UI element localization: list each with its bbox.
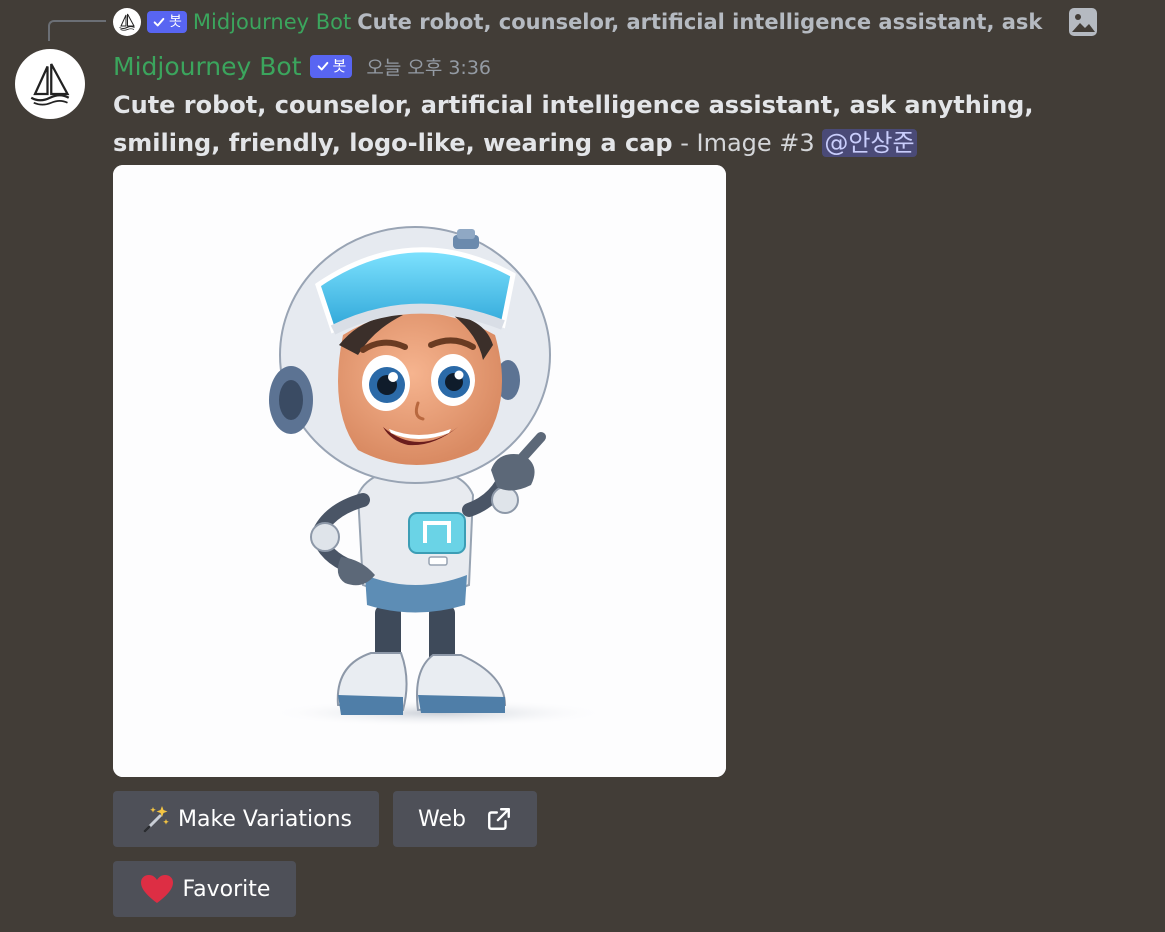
magic-wand-icon xyxy=(143,806,169,833)
reply-avatar[interactable] xyxy=(113,8,141,36)
reply-reference[interactable]: 봇 Midjourney Bot Cute robot, counselor, … xyxy=(113,6,1105,38)
web-button[interactable]: Web xyxy=(393,791,537,847)
robot-illustration xyxy=(113,165,726,777)
generated-image[interactable] xyxy=(113,165,726,777)
web-label: Web xyxy=(418,806,466,832)
author-name[interactable]: Midjourney Bot xyxy=(113,52,302,81)
bot-badge: 봇 xyxy=(309,54,353,78)
reply-author-name[interactable]: Midjourney Bot xyxy=(193,10,351,34)
heart-icon xyxy=(140,875,173,903)
image-index-text: - Image #3 xyxy=(672,129,823,157)
author-avatar[interactable] xyxy=(15,49,85,119)
favorite-button[interactable]: Favorite xyxy=(113,861,296,917)
bot-badge-label: 봇 xyxy=(332,56,347,75)
reply-bot-badge-label: 봇 xyxy=(169,14,182,30)
message-content: Cute robot, counselor, artificial intell… xyxy=(113,86,1103,162)
reply-connector-line xyxy=(48,20,106,41)
message-header: Midjourney Bot 봇 오늘 오후 3:36 xyxy=(113,48,491,84)
reply-text-preview[interactable]: Cute robot, counselor, artificial intell… xyxy=(357,10,1045,34)
reply-bot-badge: 봇 xyxy=(147,11,187,33)
user-mention[interactable]: @안상준 xyxy=(822,129,917,157)
external-link-icon xyxy=(488,808,510,830)
make-variations-button[interactable]: Make Variations xyxy=(113,791,379,847)
midjourney-sailboat-icon xyxy=(119,13,135,31)
checkmark-icon xyxy=(153,17,165,27)
checkmark-icon xyxy=(317,61,328,71)
message-timestamp: 오늘 오후 3:36 xyxy=(366,56,492,79)
image-icon xyxy=(1069,8,1097,36)
favorite-label: Favorite xyxy=(182,876,271,902)
make-variations-label: Make Variations xyxy=(177,806,352,832)
midjourney-sailboat-icon xyxy=(30,63,70,106)
chat-message-view: 봇 Midjourney Bot Cute robot, counselor, … xyxy=(0,0,1165,932)
